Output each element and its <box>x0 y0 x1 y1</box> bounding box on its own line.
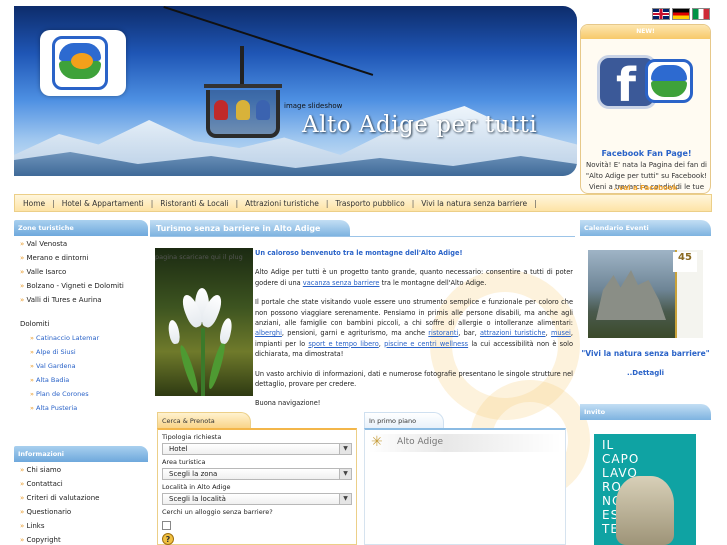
link-piscine[interactable]: piscine e centri wellness <box>384 340 468 348</box>
book-details-link[interactable]: ..Dettagli <box>580 369 711 377</box>
nav-separator: | <box>325 198 329 208</box>
chevron-down-icon: ▼ <box>339 469 351 479</box>
section-divider <box>150 236 575 237</box>
chevron-down-icon: ▼ <box>339 494 351 504</box>
language-switcher <box>652 8 710 20</box>
nav-separator: | <box>150 198 154 208</box>
site-title: Alto Adige per tutti <box>302 112 538 138</box>
sidebar-item-val-gardena[interactable]: Val Gardena <box>14 359 148 373</box>
primo-piano-item-label: Alto Adige <box>397 437 444 447</box>
nav-separator: | <box>235 198 239 208</box>
facebook-box-title: Facebook Fan Page! <box>601 149 692 158</box>
edelweiss-icon: ✳ <box>371 434 383 450</box>
sidebar-item-alta-pusteria[interactable]: Alta Pusteria <box>14 401 148 415</box>
book-caption: "Vivi la natura senza barriere" <box>581 349 710 358</box>
area-label: Area turistica <box>162 458 206 466</box>
link-attrazioni[interactable]: attrazioni turistiche <box>480 329 546 337</box>
book-cover-image[interactable]: 45 <box>588 250 703 338</box>
chevron-down-icon: ▼ <box>339 444 351 454</box>
sidebar-item-copyright[interactable]: Copyright <box>14 533 148 545</box>
intro-paragraph-3: Un vasto archivio di informazioni, dati … <box>255 369 573 389</box>
tab-in-primo-piano[interactable]: In primo piano <box>364 412 444 428</box>
link-sport[interactable]: sport e tempo libero <box>308 340 378 348</box>
sidebar-item-questionario[interactable]: Questionario <box>14 505 148 519</box>
dolomiti-label: Dolomiti <box>20 320 50 328</box>
locality-label: Località in Alto Adige <box>162 483 231 491</box>
info-header: Informazioni <box>14 446 148 462</box>
sidebar-item-alpe-di-siusi[interactable]: Alpe di Siusi <box>14 345 148 359</box>
dolomite-rock-illustration <box>596 270 666 320</box>
nav-separator: | <box>52 198 55 208</box>
nav-separator: | <box>411 198 415 208</box>
zones-list: Val Venosta Merano e dintorni Valle Isar… <box>14 237 148 415</box>
intro-text: Un caloroso benvenuto tra le montagne de… <box>255 248 573 418</box>
flash-plugin-notice-2: pagina scaricare qui il plug <box>155 253 243 261</box>
statue-illustration <box>616 476 674 545</box>
site-logo[interactable] <box>40 30 126 96</box>
link-musei[interactable]: musei <box>551 329 571 337</box>
area-select[interactable]: Scegli la zona ▼ <box>162 468 352 480</box>
sidebar-item-plan-de-corones[interactable]: Plan de Corones <box>14 387 148 401</box>
sidebar-item-criteri[interactable]: Criteri di valutazione <box>14 491 148 505</box>
ski-lift-chair <box>200 46 286 146</box>
sidebar-item-alta-badia[interactable]: Alta Badia <box>14 373 148 387</box>
crocus-flower-photo <box>155 248 253 396</box>
nav-hotel[interactable]: Hotel & Appartamenti <box>62 199 144 208</box>
germany-flag-icon[interactable] <box>672 8 690 20</box>
sidebar-item-tures-aurina[interactable]: Valli di Tures e Aurina <box>14 293 148 307</box>
sidebar-item-links[interactable]: Links <box>14 519 148 533</box>
sidebar-item-chi-siamo[interactable]: Chi siamo <box>14 463 148 477</box>
nav-home[interactable]: Home <box>23 199 45 208</box>
search-form: Tipologia richiesta Hotel ▼ Area turistic… <box>157 428 357 545</box>
sidebar-item-valle-isarco[interactable]: Valle Isarco <box>14 265 148 279</box>
nav-attrazioni[interactable]: Attrazioni turistiche <box>245 199 319 208</box>
welcome-heading: Un caloroso benvenuto tra le montagne de… <box>255 249 463 257</box>
link-ristoranti[interactable]: ristoranti <box>428 329 458 337</box>
in-primo-piano-box: ✳ Alto Adige <box>364 428 566 545</box>
nav-separator: | <box>534 198 537 208</box>
barrier-question: Cerchi un alloggio senza barriere? <box>162 508 273 516</box>
locality-select[interactable]: Scegli la località ▼ <box>162 493 352 505</box>
nav-trasporto[interactable]: Trasporto pubblico <box>335 199 404 208</box>
link-alberghi[interactable]: alberghi <box>255 329 282 337</box>
main-nav: Home | Hotel & Appartamenti | Ristoranti &… <box>14 194 712 212</box>
intro-paragraph-1: Alto Adige per tutti è un progetto tanto… <box>255 268 573 287</box>
facebook-logo-image[interactable]: f <box>591 49 703 115</box>
calendar-header: Calendario Eventi <box>580 220 711 236</box>
facebook-box-header: NEW! <box>581 25 710 39</box>
nav-ristoranti[interactable]: Ristoranti & Locali <box>160 199 228 208</box>
primo-piano-item[interactable]: ✳ Alto Adige <box>369 434 561 452</box>
slideshow-label: image slideshow <box>284 102 343 110</box>
invito-poster-image[interactable]: IL CAPO LAVO RO NON ESIS TE <box>594 434 696 545</box>
nav-natura[interactable]: Vivi la natura senza barriere <box>421 199 527 208</box>
italy-flag-icon[interactable] <box>692 8 710 20</box>
type-label: Tipologia richiesta <box>162 433 222 441</box>
book-badge: 45 <box>673 252 697 272</box>
sidebar-item-contattaci[interactable]: Contattaci <box>14 477 148 491</box>
intro-paragraph-2: Il portale che state visitando vuole ess… <box>255 298 573 359</box>
facebook-promo-box: NEW! f Facebook Fan Page! Novità! E' nat… <box>580 24 711 194</box>
section-title: Turismo senza barriere in Alto Adige <box>150 220 350 236</box>
link-vacanza-senza-barriere[interactable]: vacanza senza barriere <box>303 279 380 287</box>
logo-icon <box>52 36 108 90</box>
intro-closing: Buona navigazione! <box>255 399 321 408</box>
sidebar-item-val-venosta[interactable]: Val Venosta <box>14 237 148 251</box>
facebook-link[interactable]: ..vai a Facebook <box>580 184 711 192</box>
help-icon[interactable]: ? <box>162 533 174 545</box>
invito-header: Invito <box>580 404 711 420</box>
sidebar-item-bolzano[interactable]: Bolzano - Vigneti e Dolomiti <box>14 279 148 293</box>
sidebar-item-catinaccio[interactable]: Catinaccio Latemar <box>14 331 148 345</box>
zones-header: Zone turistiche <box>14 220 148 236</box>
barrier-free-checkbox[interactable] <box>162 521 171 530</box>
alto-adige-logo-icon <box>645 59 693 103</box>
uk-flag-icon[interactable] <box>652 8 670 20</box>
info-list: Chi siamo Contattaci Criteri di valutazi… <box>14 463 148 545</box>
type-select[interactable]: Hotel ▼ <box>162 443 352 455</box>
tab-cerca-prenota[interactable]: Cerca & Prenota <box>157 412 251 428</box>
